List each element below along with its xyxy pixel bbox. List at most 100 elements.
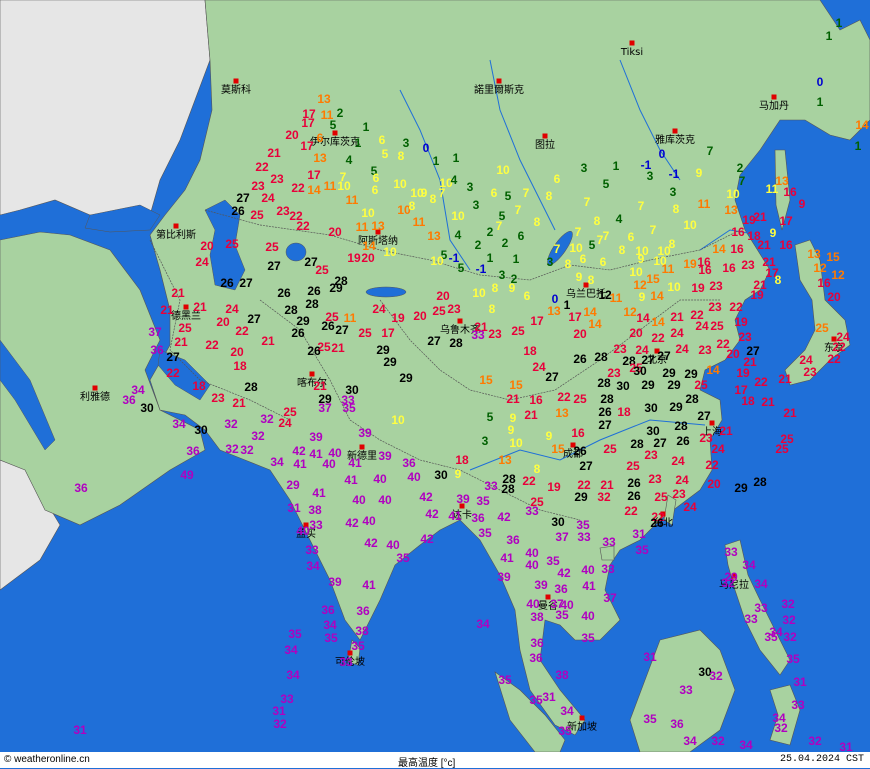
temperature-value: 40: [526, 597, 540, 611]
temperature-value: 11: [662, 262, 675, 276]
temperature-value: 37: [318, 401, 332, 415]
temperature-value: 13: [555, 406, 569, 420]
temperature-value: 25: [815, 321, 829, 335]
temperature-value: 21: [524, 408, 538, 422]
temperature-value: 4: [346, 153, 353, 167]
temperature-value: 28: [685, 392, 699, 406]
temperature-value: 27: [236, 191, 250, 205]
temperature-value: 26: [307, 284, 321, 298]
temperature-value: 22: [557, 390, 571, 404]
temperature-value: 40: [362, 514, 376, 528]
temperature-value: 24: [675, 342, 689, 356]
temperature-value: 15: [646, 272, 660, 286]
temperature-value: 35: [342, 401, 356, 415]
temperature-value: 13: [317, 92, 331, 106]
temperature-value: 35: [498, 673, 512, 687]
temperature-value: 37: [148, 325, 162, 339]
temperature-value: 14: [651, 315, 665, 329]
temperature-value: 15: [551, 442, 565, 456]
temperature-value: 41: [582, 579, 596, 593]
temperature-value: 36: [530, 636, 544, 650]
temperature-value: 28: [600, 392, 614, 406]
temperature-value: 35: [764, 630, 778, 644]
temperature-value: 28: [305, 297, 319, 311]
temperature-value: 14: [307, 183, 321, 197]
temperature-value: 10: [337, 179, 351, 193]
temperature-value: 10: [496, 163, 510, 177]
temperature-value: 7: [439, 186, 446, 200]
temperature-value: 26: [321, 319, 335, 333]
temperature-value: 6: [628, 230, 635, 244]
temperature-value: 36: [321, 603, 335, 617]
temperature-value: 23: [488, 327, 502, 341]
temperature-value: 19: [347, 251, 361, 265]
temperature-value: 7: [603, 229, 610, 243]
temperature-value: 24: [195, 255, 209, 269]
temperature-value: 18: [617, 405, 631, 419]
temperature-value: 23: [672, 487, 686, 501]
temperature-value: 1: [817, 95, 824, 109]
temperature-value: 31: [272, 704, 286, 718]
temperature-value: 33: [679, 683, 693, 697]
temperature-value: 42: [292, 444, 306, 458]
temperature-value: 34: [270, 455, 284, 469]
temperature-value: 10: [430, 254, 444, 268]
temperature-value: 7: [650, 223, 657, 237]
temperature-value: 39: [497, 570, 511, 584]
temperature-value: 8: [619, 243, 626, 257]
temperature-value: 12: [813, 261, 827, 275]
temperature-value: 19: [391, 311, 405, 325]
temperature-value: 23: [738, 330, 752, 344]
temperature-value: 10: [683, 218, 697, 232]
temperature-value: 22: [651, 331, 665, 345]
temperature-value: 18: [455, 453, 469, 467]
temperature-value: 1: [826, 29, 833, 43]
temperature-value: 39: [534, 578, 548, 592]
temperature-value: 5: [382, 147, 389, 161]
temperature-value: 41: [344, 473, 358, 487]
temperature-value: 19: [691, 281, 705, 295]
temperature-value: 16: [730, 242, 744, 256]
temperature-value: 7: [584, 195, 591, 209]
copyright-text[interactable]: © weatheronline.cn: [4, 754, 90, 765]
temperature-value: 25: [511, 324, 525, 338]
temperature-value: 21: [232, 396, 246, 410]
temperature-value: 29: [399, 371, 413, 385]
city-marker: [359, 444, 365, 450]
temperature-value: 42: [557, 566, 571, 580]
city-label: 利雅德: [80, 390, 110, 403]
temperature-value: 41: [500, 551, 514, 565]
temperature-value: 9: [455, 467, 462, 481]
date-label: 25.04.2024 CST: [779, 754, 864, 765]
temperature-value: 33: [305, 543, 319, 557]
temperature-value: 3: [547, 255, 554, 269]
temperature-value: 26: [573, 352, 587, 366]
temperature-value: 34: [742, 558, 756, 572]
temperature-value: 16: [529, 393, 543, 407]
temperature-value: 31: [632, 527, 646, 541]
temperature-value: 3: [473, 198, 480, 212]
temperature-map[interactable]: Tiksi莫斯科 諾里爾斯克马加丹伊尔库茨克 图拉 雅库茨克第比利斯阿斯塔纳乌兰巴托德…: [0, 0, 870, 752]
temperature-value: 26: [231, 204, 245, 218]
city-label: 雅库茨克: [655, 133, 695, 146]
temperature-value: 39: [309, 430, 323, 444]
temperature-value: 22: [827, 352, 841, 366]
temperature-value: 16: [779, 238, 793, 252]
temperature-value: 0: [817, 75, 824, 89]
temperature-value: 36: [670, 717, 684, 731]
temperature-value: 19: [547, 480, 561, 494]
temperature-value: 30: [194, 423, 208, 437]
temperature-value: 32: [240, 443, 254, 457]
temperature-value: 6: [524, 289, 531, 303]
temperature-value: 30: [434, 468, 448, 482]
temperature-value: 14: [636, 311, 650, 325]
temperature-value: 11: [766, 182, 779, 196]
temperature-value: 35: [555, 608, 569, 622]
temperature-value: 6: [372, 183, 379, 197]
temperature-value: -1: [669, 167, 680, 181]
temperature-value: 1: [355, 136, 362, 150]
temperature-value: 35: [396, 551, 410, 565]
temperature-value: 36: [186, 444, 200, 458]
temperature-value: 24: [671, 454, 685, 468]
temperature-value: 32: [774, 721, 788, 735]
